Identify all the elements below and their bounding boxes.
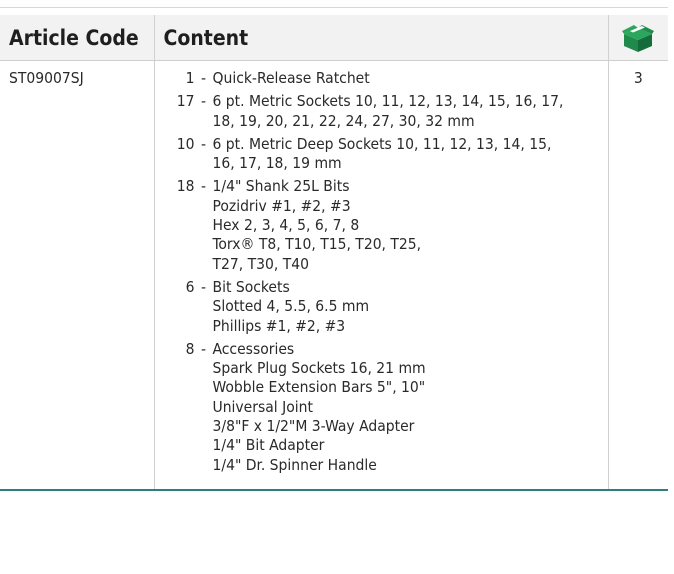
item-description: Accessories Spark Plug Sockets 16, 21 mm W… (213, 340, 608, 475)
item-description: 6 pt. Metric Sockets 10, 11, 12, 13, 14,… (213, 92, 608, 131)
quantity-header (608, 15, 668, 61)
item-line: 6 pt. Metric Deep Sockets 10, 11, 12, 13… (212, 134, 552, 153)
article-code-header: Article Code (0, 15, 155, 61)
item-separator: - (200, 92, 207, 111)
product-contents-sheet: Article Code Content ST09007SJ 1 - Quick… (0, 0, 674, 574)
item-line: 1/4" Dr. Spinner Handle (212, 455, 377, 474)
top-divider (0, 7, 668, 8)
package-box-icon (622, 24, 655, 52)
item-separator: - (200, 277, 207, 296)
item-count: 18 (176, 177, 195, 196)
item-separator: - (200, 69, 207, 87)
content-cell: 1- Quick-Release Ratchet 17-6 pt. Metric S… (154, 60, 609, 491)
item-count: 17 (176, 92, 195, 111)
item-line: Phillips #1, #2, #3 (212, 316, 346, 335)
item-description: Bit Sockets Slotted 4, 5.5, 6.5 mm Phillip… (213, 278, 608, 336)
item-line: Spark Plug Sockets 16, 21 mm (212, 359, 426, 378)
item-count: 8 (185, 339, 195, 358)
item-separator: - (200, 339, 207, 358)
item-line: 16, 17, 18, 19 mm (212, 154, 342, 173)
content-item-list: 1- Quick-Release Ratchet 17-6 pt. Metric S… (155, 69, 608, 475)
item-count: 10 (176, 134, 195, 153)
item-line: T27, T30, T40 (212, 254, 309, 273)
item-separator: - (200, 177, 207, 196)
item-line: Torx® T8, T10, T15, T20, T25, (212, 235, 422, 254)
item-line: Bit Sockets (212, 277, 290, 296)
content-header: Content (154, 15, 609, 61)
item-line: Quick-Release Ratchet (212, 69, 370, 87)
item-separator: - (200, 134, 207, 153)
item-description: 6 pt. Metric Deep Sockets 10, 11, 12, 13… (213, 135, 608, 174)
list-item: 8- Accessories Spark Plug Sockets 16, 21 m… (155, 340, 608, 475)
quantity-cell: 3 (608, 60, 668, 491)
item-count: 6 (185, 277, 195, 296)
list-item: 18-1/4" Shank 25L Bits Pozidriv #1, #2, #… (155, 177, 608, 273)
item-line: Universal Joint (212, 397, 313, 416)
item-line: 18, 19, 20, 21, 22, 24, 27, 30, 32 mm (212, 111, 475, 130)
table-row: ST09007SJ 1- Quick-Release Ratchet 17-6 pt… (0, 60, 668, 491)
item-line: Slotted 4, 5.5, 6.5 mm (212, 297, 370, 316)
item-line: Hex 2, 3, 4, 5, 6, 7, 8 (212, 216, 360, 235)
item-count: 1 (185, 69, 195, 87)
item-description: 1/4" Shank 25L Bits Pozidriv #1, #2, #3 He… (213, 177, 608, 273)
item-description: Quick-Release Ratchet (213, 69, 608, 88)
item-line: 3/8"F x 1/2"M 3-Way Adapter (212, 417, 415, 436)
contents-table: Article Code Content ST09007SJ 1 - Quick… (0, 15, 668, 491)
item-line: 6 pt. Metric Sockets 10, 11, 12, 13, 14,… (212, 92, 564, 111)
article-code-cell: ST09007SJ (0, 60, 155, 491)
item-line: Pozidriv #1, #2, #3 (212, 196, 351, 215)
list-item: 17-6 pt. Metric Sockets 10, 11, 12, 13, … (155, 92, 608, 131)
item-line: Accessories (212, 339, 295, 358)
item-line: Wobble Extension Bars 5", 10" (212, 378, 426, 397)
header-row: Article Code Content (0, 15, 668, 61)
list-item: 6- Bit Sockets Slotted 4, 5.5, 6.5 mm Phill… (155, 278, 608, 336)
list-item: 10-6 pt. Metric Deep Sockets 10, 11, 12,… (155, 135, 608, 174)
list-item: 1- Quick-Release Ratchet (155, 69, 608, 88)
item-line: 1/4" Shank 25L Bits (212, 177, 350, 196)
item-line: 1/4" Bit Adapter (212, 436, 325, 455)
